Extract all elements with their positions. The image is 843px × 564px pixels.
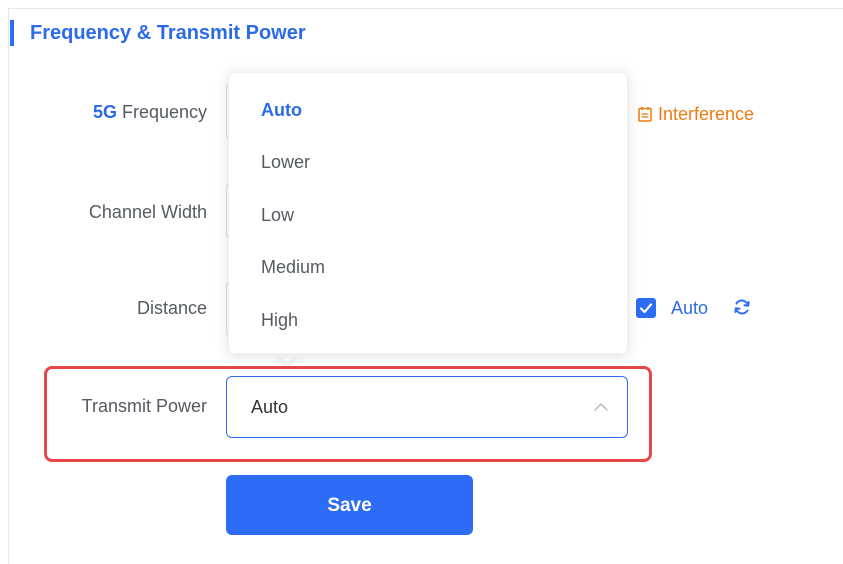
dropdown-option-lower[interactable]: Lower <box>261 150 310 174</box>
transmit-power-dropdown: Auto Lower Low Medium High <box>228 72 628 354</box>
chevron-up-icon <box>594 403 608 411</box>
transmit-power-select[interactable]: Auto <box>226 376 628 438</box>
band-label: 5G <box>92 102 117 122</box>
interference-label: Interference <box>658 104 755 124</box>
distance-label: Distance <box>136 298 207 318</box>
save-button[interactable]: Save <box>226 475 473 535</box>
dropdown-option-medium[interactable]: Medium <box>261 255 325 279</box>
refresh-icon[interactable] <box>732 297 752 317</box>
distance-auto-label: Auto <box>671 298 709 318</box>
frequency-text: Frequency <box>116 102 207 122</box>
dropdown-option-auto[interactable]: Auto <box>261 98 302 122</box>
distance-auto-checkbox[interactable] <box>636 298 656 318</box>
calendar-icon <box>638 107 652 122</box>
section-title: Frequency & Transmit Power <box>30 22 306 44</box>
interference-link[interactable]: Interference <box>638 102 754 126</box>
channel-width-label: Channel Width <box>88 202 207 222</box>
transmit-power-label: Transmit Power <box>81 396 207 416</box>
dropdown-option-high[interactable]: High <box>261 308 298 332</box>
section-marker <box>10 20 14 46</box>
check-icon <box>639 303 653 314</box>
transmit-power-value: Auto <box>251 397 289 417</box>
frequency-label: 5G Frequency <box>93 100 207 124</box>
dropdown-option-low[interactable]: Low <box>261 203 294 227</box>
